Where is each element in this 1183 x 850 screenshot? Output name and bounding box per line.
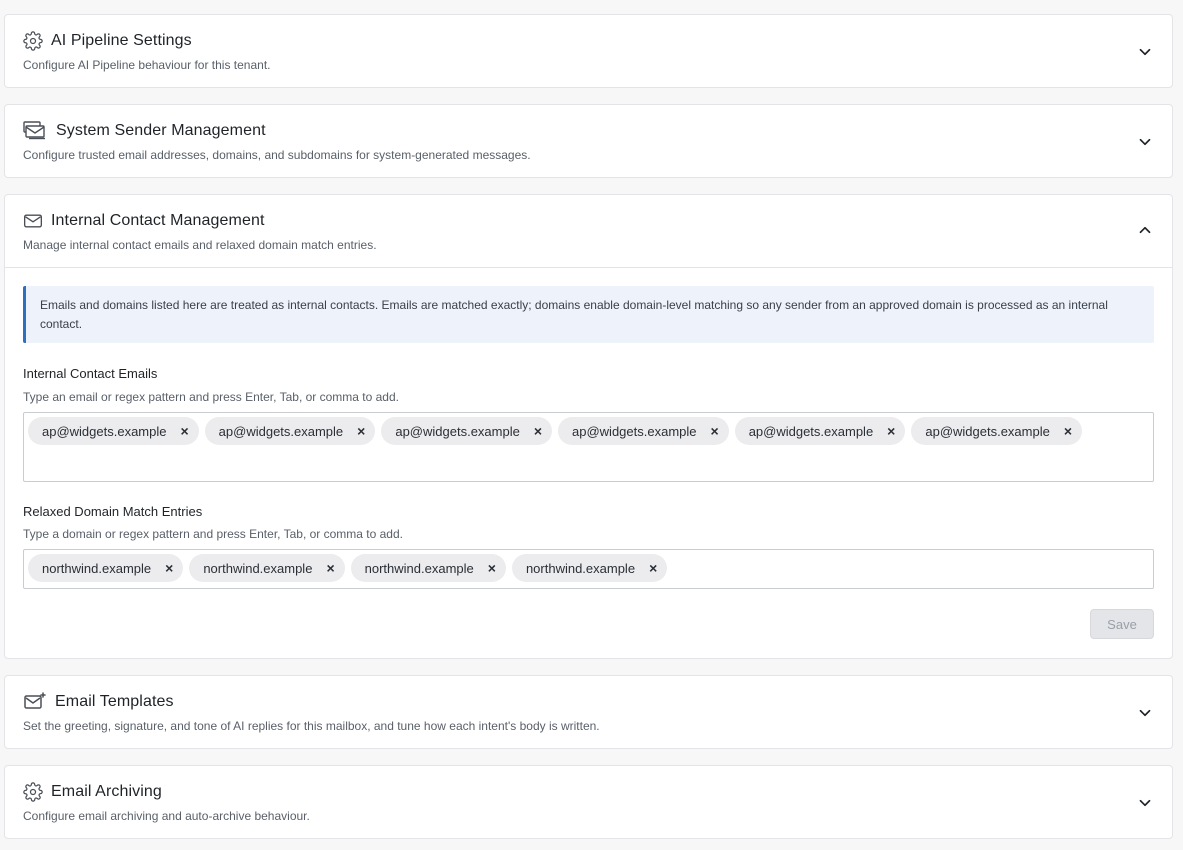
panel-title: Email Archiving bbox=[51, 783, 162, 800]
domain-chip: northwind.example × bbox=[350, 554, 506, 582]
domain-chip: northwind.example × bbox=[189, 554, 345, 582]
chip-label: northwind.example bbox=[525, 560, 636, 576]
remove-chip-icon[interactable]: × bbox=[711, 424, 719, 438]
chip-label: northwind.example bbox=[42, 560, 152, 576]
gear-icon bbox=[23, 782, 43, 802]
remove-chip-icon[interactable]: × bbox=[887, 424, 895, 438]
email-chip: ap@widgets.example × bbox=[381, 417, 553, 445]
domains-tag-input[interactable]: northwind.example × northwind.example × no… bbox=[23, 549, 1154, 589]
chip-label: ap@widgets.example bbox=[572, 423, 697, 439]
chevron-down-icon[interactable] bbox=[1136, 704, 1154, 722]
panel-description: Configure email archiving and auto-archi… bbox=[23, 809, 310, 823]
panel-title: AI Pipeline Settings bbox=[51, 32, 192, 49]
chevron-down-icon[interactable] bbox=[1136, 794, 1154, 812]
panel-system-sender-management: System Sender Management Configure trust… bbox=[4, 104, 1173, 178]
remove-chip-icon[interactable]: × bbox=[180, 424, 188, 438]
chevron-down-icon[interactable] bbox=[1136, 43, 1154, 61]
emails-field-help: Type an email or regex pattern and press… bbox=[23, 390, 399, 404]
domains-field-help: Type a domain or regex pattern and press… bbox=[23, 527, 403, 541]
panel-title: System Sender Management bbox=[56, 122, 266, 139]
domains-field-label: Relaxed Domain Match Entries bbox=[23, 504, 203, 519]
panel-email-templates: Email Templates Set the greeting, signat… bbox=[4, 675, 1173, 749]
chip-label: ap@widgets.example bbox=[925, 423, 1050, 439]
panel-description: Manage internal contact emails and relax… bbox=[23, 238, 377, 252]
gear-icon bbox=[23, 31, 43, 51]
remove-chip-icon[interactable]: × bbox=[357, 424, 365, 438]
remove-chip-icon[interactable]: × bbox=[534, 424, 542, 438]
panel-header-system-sender-management[interactable]: System Sender Management Configure trust… bbox=[5, 105, 1172, 177]
chip-label: northwind.example bbox=[364, 560, 474, 576]
chevron-up-icon[interactable] bbox=[1136, 221, 1154, 239]
panel-header-ai-pipeline-settings[interactable]: AI Pipeline Settings Configure AI Pipeli… bbox=[5, 15, 1172, 87]
email-chip: ap@widgets.example × bbox=[734, 417, 906, 445]
chip-label: ap@widgets.example bbox=[748, 423, 874, 439]
chip-label: ap@widgets.example bbox=[42, 423, 167, 439]
panel-description: Configure AI Pipeline behaviour for this… bbox=[23, 58, 271, 72]
save-button[interactable]: Save bbox=[1090, 609, 1154, 639]
panel-header-email-archiving[interactable]: Email Archiving Configure email archivin… bbox=[5, 766, 1172, 838]
remove-chip-icon[interactable]: × bbox=[165, 561, 173, 575]
chip-label: northwind.example bbox=[203, 560, 313, 576]
remove-chip-icon[interactable]: × bbox=[326, 561, 334, 575]
panel-description: Configure trusted email addresses, domai… bbox=[23, 148, 531, 162]
panel-title: Internal Contact Management bbox=[51, 212, 265, 229]
domains-text-input[interactable] bbox=[673, 554, 1149, 582]
panel-title: Email Templates bbox=[55, 693, 174, 710]
panel-header-internal-contact-management[interactable]: Internal Contact Management Manage inter… bbox=[5, 195, 1172, 267]
panel-internal-contact-management: Internal Contact Management Manage inter… bbox=[4, 194, 1173, 659]
email-chip: ap@widgets.example × bbox=[911, 417, 1083, 445]
panel-ai-pipeline-settings: AI Pipeline Settings Configure AI Pipeli… bbox=[4, 14, 1173, 88]
domain-chip: northwind.example × bbox=[511, 554, 668, 582]
email-chip: ap@widgets.example × bbox=[28, 417, 199, 445]
emails-text-input[interactable] bbox=[28, 451, 1149, 479]
remove-chip-icon[interactable]: × bbox=[649, 561, 657, 575]
chevron-down-icon[interactable] bbox=[1136, 133, 1154, 151]
mail-template-icon bbox=[23, 692, 47, 712]
domain-chip: northwind.example × bbox=[28, 554, 184, 582]
emails-tag-input[interactable]: ap@widgets.example × ap@widgets.example × … bbox=[23, 412, 1154, 482]
chip-label: ap@widgets.example bbox=[395, 423, 520, 439]
mail-stack-icon bbox=[23, 121, 47, 141]
panel-email-archiving: Email Archiving Configure email archivin… bbox=[4, 765, 1173, 839]
emails-field-label: Internal Contact Emails bbox=[23, 366, 158, 381]
chip-label: ap@widgets.example bbox=[218, 423, 344, 439]
panel-header-email-templates[interactable]: Email Templates Set the greeting, signat… bbox=[5, 676, 1172, 748]
panel-description: Set the greeting, signature, and tone of… bbox=[23, 719, 600, 733]
remove-chip-icon[interactable]: × bbox=[1064, 424, 1072, 438]
panel-body-internal-contacts: Emails and domains listed here are treat… bbox=[5, 267, 1172, 658]
email-chip: ap@widgets.example × bbox=[558, 417, 729, 445]
info-callout: Emails and domains listed here are treat… bbox=[23, 286, 1154, 343]
envelope-icon bbox=[23, 211, 43, 231]
email-chip: ap@widgets.example × bbox=[204, 417, 376, 445]
remove-chip-icon[interactable]: × bbox=[488, 561, 496, 575]
